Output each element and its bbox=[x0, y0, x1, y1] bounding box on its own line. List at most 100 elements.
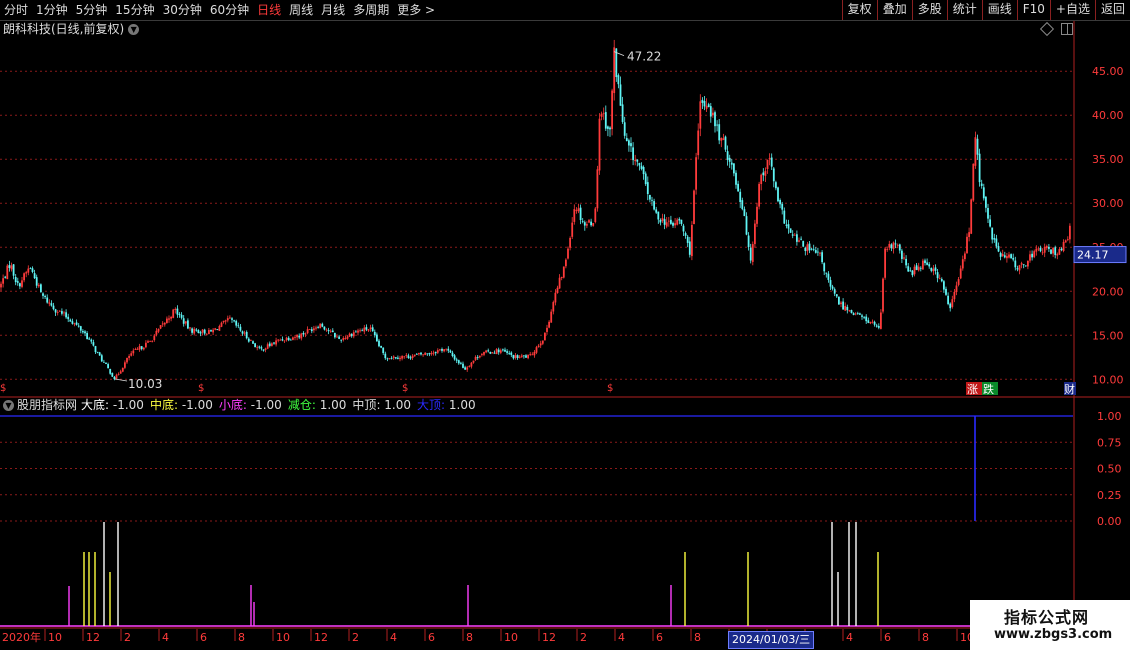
candle-body bbox=[829, 280, 832, 287]
candle-body bbox=[890, 244, 893, 249]
chevron-down-icon[interactable]: ▼ bbox=[3, 400, 14, 411]
candle-body bbox=[495, 349, 498, 355]
candle-body bbox=[46, 297, 49, 303]
panel-toggle-icon[interactable] bbox=[1061, 23, 1073, 35]
candle-body bbox=[735, 172, 737, 185]
candle-body bbox=[163, 322, 166, 325]
toolbar-button[interactable]: 叠加 bbox=[876, 0, 912, 20]
candle-body bbox=[747, 235, 750, 248]
candle-body bbox=[327, 330, 330, 332]
candle-body bbox=[21, 280, 23, 287]
candle-body bbox=[6, 265, 9, 280]
indicator-value: -1.00 bbox=[112, 398, 144, 412]
candle-body bbox=[1062, 242, 1065, 251]
toolbar-button[interactable]: 画线 bbox=[981, 0, 1017, 20]
candle-body bbox=[319, 323, 322, 329]
event-marker: $ bbox=[607, 383, 613, 394]
candle-body bbox=[168, 318, 170, 320]
candle-body bbox=[187, 320, 189, 329]
candle-body bbox=[289, 339, 292, 341]
candle-body bbox=[403, 356, 406, 358]
period-tab[interactable]: 60分钟 bbox=[206, 0, 253, 20]
period-tab[interactable]: 5分钟 bbox=[72, 0, 112, 20]
candle-body bbox=[82, 331, 84, 333]
candle-body bbox=[287, 337, 290, 341]
candle-body bbox=[100, 355, 103, 362]
candle-body bbox=[273, 342, 275, 344]
candle-body bbox=[554, 292, 557, 303]
candle-body bbox=[434, 351, 437, 354]
candle-body bbox=[499, 350, 502, 353]
candle-body bbox=[323, 326, 326, 330]
candle-body bbox=[808, 243, 811, 251]
candle-body bbox=[1043, 246, 1046, 253]
candle-body bbox=[331, 330, 334, 333]
toolbar-button[interactable]: 统计 bbox=[946, 0, 982, 20]
candle-body bbox=[226, 318, 229, 321]
period-tab[interactable]: 日线 bbox=[253, 0, 285, 20]
chevron-down-icon[interactable]: ▼ bbox=[128, 24, 140, 35]
candle-body bbox=[779, 199, 781, 205]
toolbar-button[interactable]: 返回 bbox=[1094, 0, 1130, 20]
candle-body bbox=[567, 248, 569, 259]
chart-area[interactable]: 45.0040.0035.0030.0025.0020.0015.0010.00… bbox=[0, 0, 1130, 650]
time-tick-label: 2 bbox=[580, 631, 587, 644]
candle-body bbox=[96, 351, 99, 353]
period-tab[interactable]: 更多 > bbox=[393, 0, 439, 20]
candle-body bbox=[159, 325, 162, 329]
candle-body bbox=[298, 335, 301, 338]
period-tab[interactable]: 周线 bbox=[285, 0, 317, 20]
candle-body bbox=[842, 301, 844, 310]
candle-body bbox=[817, 251, 819, 253]
period-tab[interactable]: 分时 bbox=[0, 0, 32, 20]
candle-body bbox=[111, 373, 114, 377]
candle-body bbox=[550, 311, 553, 323]
candle-body bbox=[229, 317, 231, 319]
candle-body bbox=[245, 331, 248, 339]
toolbar-button[interactable]: 复权 bbox=[841, 0, 877, 20]
price-tick-label: 20.00 bbox=[1092, 285, 1124, 298]
candle-body bbox=[665, 222, 668, 227]
candle-body bbox=[40, 284, 42, 293]
candle-body bbox=[92, 342, 95, 346]
indicator-tick-label: 0.25 bbox=[1097, 489, 1122, 502]
period-tab[interactable]: 15分钟 bbox=[111, 0, 158, 20]
candle-body bbox=[590, 221, 592, 226]
period-tab[interactable]: 1分钟 bbox=[32, 0, 72, 20]
candle-body bbox=[0, 283, 2, 288]
candle-body bbox=[275, 340, 277, 345]
candle-body bbox=[838, 296, 840, 305]
time-tick-label: 10 bbox=[276, 631, 290, 644]
candle-body bbox=[256, 346, 259, 348]
candle-body bbox=[357, 330, 359, 333]
candle-body bbox=[953, 291, 956, 300]
candle-body bbox=[724, 136, 727, 150]
candle-body bbox=[987, 207, 989, 219]
candle-body bbox=[481, 354, 483, 356]
candle-body bbox=[483, 351, 485, 355]
candle-body bbox=[271, 343, 273, 346]
stock-title[interactable]: 朗科科技(日线,前复权) ▼ bbox=[3, 22, 140, 36]
candle-body bbox=[407, 355, 410, 358]
period-tab[interactable]: 月线 bbox=[317, 0, 349, 20]
candle-body bbox=[321, 323, 324, 327]
candle-body bbox=[149, 340, 151, 342]
candle-body bbox=[628, 140, 630, 146]
toolbar-button[interactable]: F10 bbox=[1016, 0, 1050, 20]
candle-body bbox=[237, 325, 240, 327]
period-tab[interactable]: 30分钟 bbox=[159, 0, 206, 20]
candle-body bbox=[999, 252, 1002, 257]
period-tab[interactable]: 多周期 bbox=[349, 0, 393, 20]
toolbar-button[interactable]: 多股 bbox=[911, 0, 947, 20]
candle-body bbox=[52, 305, 55, 310]
candle-body bbox=[598, 118, 601, 171]
candle-body bbox=[535, 347, 538, 353]
candle-body bbox=[974, 137, 977, 166]
time-tick-label: 6 bbox=[428, 631, 435, 644]
candle-body bbox=[88, 338, 91, 340]
indicator-name[interactable]: 股朋指标网 bbox=[17, 398, 77, 412]
candle-body bbox=[44, 296, 46, 298]
candle-body bbox=[871, 321, 874, 323]
toolbar-button[interactable]: +自选 bbox=[1049, 0, 1095, 20]
watermark: 指标公式网 www.zbgs3.com bbox=[970, 600, 1130, 650]
